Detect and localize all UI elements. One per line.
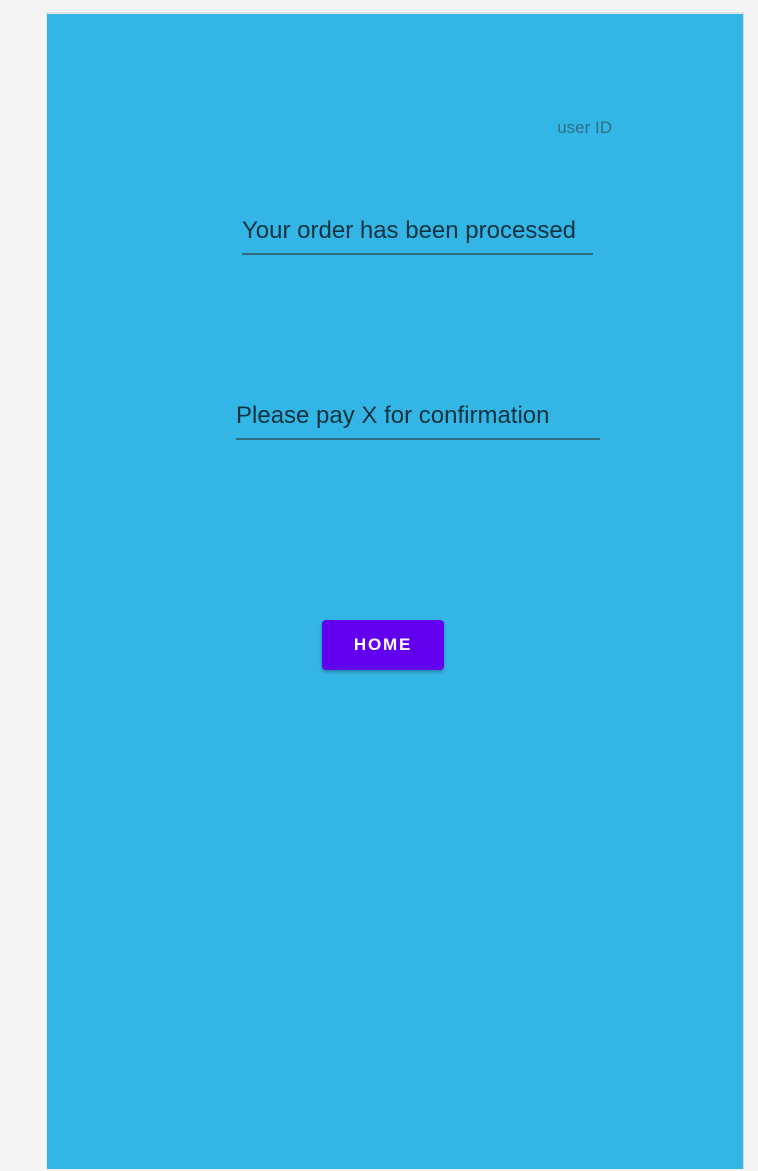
window-frame: user ID Your order has been processed Pl… — [0, 0, 758, 1171]
payment-prompt-field[interactable]: Please pay X for confirmation — [236, 402, 600, 440]
app-screen: user ID Your order has been processed Pl… — [47, 12, 743, 1169]
order-status-field[interactable]: Your order has been processed — [242, 217, 593, 255]
home-button[interactable]: HOME — [322, 620, 444, 670]
user-id-label: user ID — [557, 118, 612, 137]
